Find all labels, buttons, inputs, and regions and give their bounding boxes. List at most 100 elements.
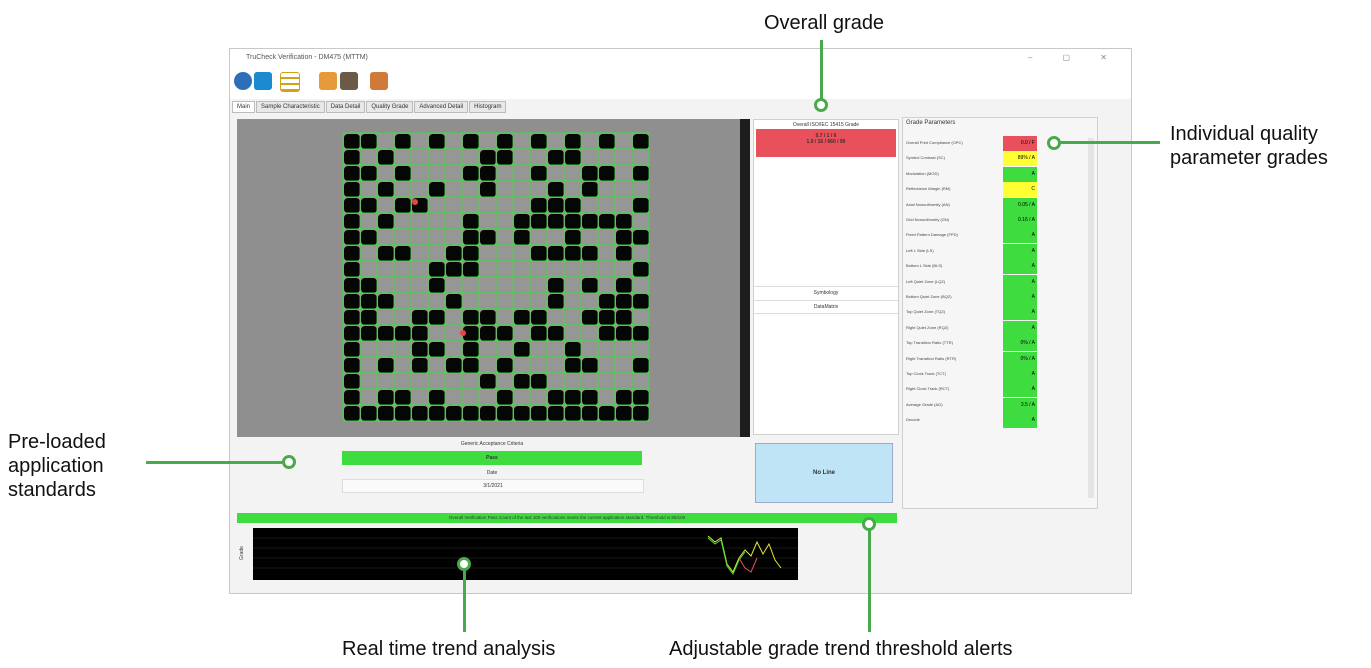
grade-parameter-row: Fixed Pattern Damage (FPD) A [903, 228, 1053, 244]
grid-icon[interactable] [280, 72, 300, 92]
criteria-title: Generic Acceptance Criteria [460, 441, 524, 447]
tab-histogram[interactable]: Histogram [469, 101, 507, 113]
image-save-icon[interactable] [340, 72, 358, 90]
grade-parameters-title: Grade Parameters [906, 120, 956, 126]
title-bar: TruCheck Verification - DM475 (MTTM) – ▢… [230, 49, 1131, 67]
tab-strip: Main Sample Characteristic Data Detail Q… [232, 101, 507, 113]
overall-grade-title: Overall ISO/IEC 15415 Grade [792, 122, 860, 128]
parameters-scrollbar[interactable] [1088, 138, 1094, 498]
no-line-box: No Line [755, 443, 893, 503]
threshold-alert-text: Overall Verification Pass Count of the l… [448, 515, 686, 520]
datamatrix-grid [342, 132, 650, 422]
grade-parameters-panel: Grade Parameters Overall Print Complianc… [902, 117, 1098, 509]
grade-parameter-row: Axial Nonuniformity (AN) 0.05 / A [903, 197, 1053, 213]
leader-dot-realtime [457, 557, 471, 571]
leader-dot-overall-grade [814, 98, 828, 112]
symbology-label: Symbology [754, 286, 898, 296]
window-title: TruCheck Verification - DM475 (MTTM) [246, 54, 368, 61]
image-open-icon[interactable] [319, 72, 337, 90]
grade-parameter-label: Reflectance Margin (RM) [906, 186, 951, 192]
grade-parameter-value: A [1003, 259, 1037, 275]
tab-main[interactable]: Main [232, 101, 256, 113]
date-label: Date [486, 470, 498, 476]
grade-parameter-label: Top Clock Track (TCT) [906, 371, 947, 376]
grade-parameter-value: C [1003, 182, 1037, 198]
toolbar [230, 67, 1131, 99]
grade-parameter-value: 0% / A [1003, 336, 1037, 352]
grade-parameter-value: A [1003, 382, 1037, 398]
symbol-image [237, 119, 750, 437]
grade-parameter-row: Grid Nonuniformity (GN) 0.16 / A [903, 213, 1053, 228]
grade-parameter-row: Bottom L Side (BLS) A [903, 259, 1053, 275]
grade-parameter-label: Fixed Pattern Damage (FPD) [906, 232, 958, 238]
callout-adjustable: Adjustable grade trend threshold alerts [669, 638, 1013, 660]
grade-parameter-value: A [1003, 166, 1037, 182]
grade-parameter-label: Right Clock Track (RCT) [906, 386, 950, 392]
grade-parameter-row: Right Transition Ratio (RTR) 0% / A [903, 351, 1053, 367]
app-window: TruCheck Verification - DM475 (MTTM) – ▢… [229, 48, 1132, 594]
leader-adjustable [868, 530, 871, 632]
tab-quality-grade[interactable]: Quality Grade [366, 101, 414, 113]
grade-parameter-row: Symbol Contrast (SC) 89% / A [903, 151, 1053, 167]
grade-parameter-label: Decode [906, 417, 920, 423]
grade-parameter-label: Overall Print Compliance (OPC) [906, 140, 963, 145]
grade-parameter-label: Bottom Quiet Zone (BQZ) [906, 294, 952, 299]
threshold-alert-bar: Overall Verification Pass Count of the l… [237, 513, 897, 523]
callout-line: Pre-loaded [8, 431, 106, 453]
trend-chart: Grade [237, 528, 798, 582]
grade-parameter-label: Axial Nonuniformity (AN) [906, 201, 950, 207]
trend-ylabel: Grade [238, 546, 245, 560]
grade-parameter-value: 3.5 / A [1003, 397, 1037, 413]
grade-parameter-value: A [1003, 367, 1037, 382]
grade-parameter-label: Symbol Contrast (SC) [906, 155, 945, 161]
grade-parameter-value: 0.05 / A [1003, 197, 1037, 213]
grade-parameter-row: Overall Print Compliance (OPC) 0.0 / F [903, 136, 1053, 151]
no-line-label: No Line [813, 470, 835, 476]
leader-overall-grade [820, 40, 823, 100]
grade-parameter-value: 89% / A [1003, 151, 1037, 167]
date-value: 3/1/2021 [342, 479, 644, 493]
callout-line: standards [8, 479, 96, 501]
window-controls[interactable]: – ▢ ✕ [1028, 49, 1121, 67]
grade-parameter-label: Top Quiet Zone (TQZ) [906, 309, 946, 315]
export-icon[interactable] [370, 72, 388, 90]
grade-parameter-label: Grid Nonuniformity (GN) [906, 217, 950, 222]
grade-parameter-row: Right Clock Track (RCT) A [903, 382, 1053, 398]
grade-parameter-value: A [1003, 320, 1037, 336]
grade-parameter-row: Modulation (MOD) A [903, 166, 1053, 182]
callout-line: Individual quality [1170, 123, 1318, 145]
grade-parameter-value: A [1003, 243, 1037, 259]
grade-parameter-label: Bottom L Side (BLS) [906, 263, 943, 269]
tab-sample-characteristic[interactable]: Sample Characteristic [256, 101, 325, 113]
overall-grade-box: 0.7 / 1 / 6 1.0 / 16 / 660 / 90 [756, 129, 896, 157]
callout-preloaded: Pre-loaded application standards [8, 430, 106, 502]
grade-parameter-label: Modulation (MOD) [906, 170, 939, 176]
grade-parameter-value: A [1003, 290, 1037, 305]
trend-plot [253, 528, 798, 580]
grade-parameter-row: Right Quiet Zone (RQZ) A [903, 320, 1053, 336]
callout-line: parameter grades [1170, 147, 1328, 169]
callout-realtime: Real time trend analysis [342, 638, 556, 660]
grade-parameter-value: 0.16 / A [1003, 213, 1037, 228]
grade-parameter-row: Reflectance Margin (RM) C [903, 182, 1053, 198]
acceptance-criteria-panel: Generic Acceptance Criteria Pass Date 3/… [236, 439, 748, 501]
leader-dot-adjustable [862, 517, 876, 531]
overall-grade-detail: 1.0 / 16 / 660 / 90 [806, 139, 846, 145]
overall-grade-value: 0.7 / 1 / 6 [815, 133, 837, 139]
grade-parameter-value: A [1003, 413, 1037, 429]
tab-advanced-detail[interactable]: Advanced Detail [414, 101, 469, 113]
grade-parameter-value: A [1003, 274, 1037, 290]
symbology-value: DataMatrix [754, 300, 898, 314]
grade-parameter-row: Left L Side (LS) A [903, 243, 1053, 259]
grade-parameter-row: Top Quiet Zone (TQZ) A [903, 305, 1053, 321]
leader-dot-preloaded [282, 455, 296, 469]
camera-icon[interactable] [254, 72, 272, 90]
settings-icon[interactable] [234, 72, 252, 90]
grade-parameter-label: Average Grade (AG) [906, 401, 943, 407]
tab-data-detail[interactable]: Data Detail [325, 101, 366, 113]
grade-parameter-label: Top Transition Ratio (TTR) [906, 340, 953, 346]
callout-individual-grades: Individual quality parameter grades [1170, 122, 1328, 170]
grade-parameter-row: Left Quiet Zone (LQZ) A [903, 274, 1053, 290]
grade-parameter-row: Bottom Quiet Zone (BQZ) A [903, 290, 1053, 305]
grade-parameter-label: Right Transition Ratio (RTR) [906, 355, 957, 361]
